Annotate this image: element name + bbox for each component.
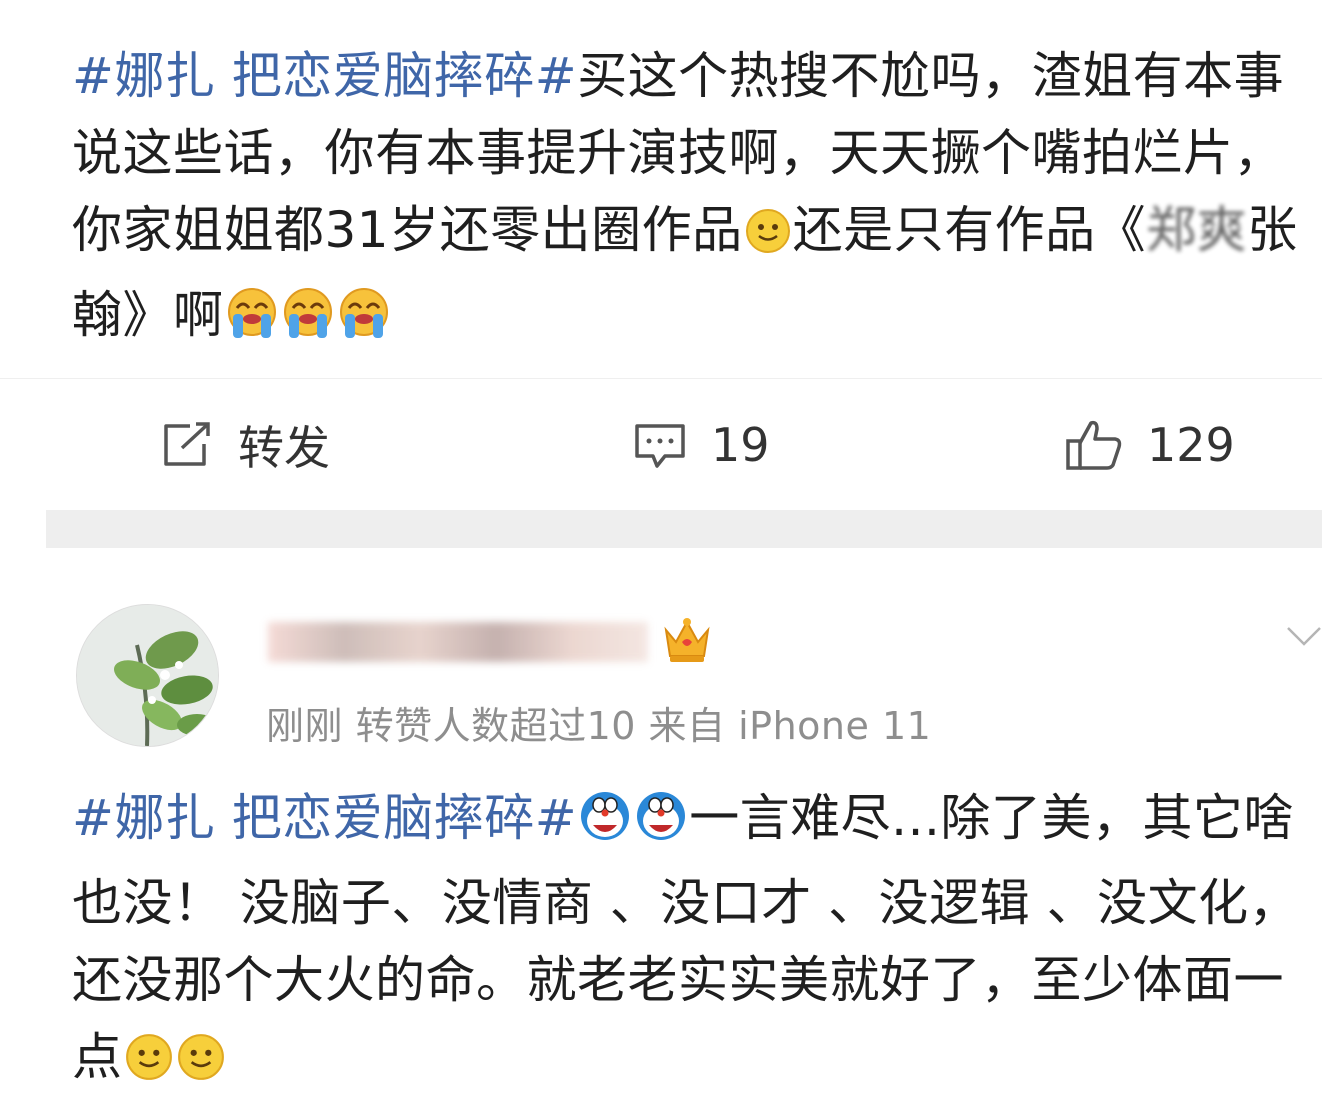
avatar[interactable] <box>76 604 219 747</box>
avatar-image <box>77 605 218 746</box>
post-2-text: #娜扎 把恋爱脑摔碎# 一言难尽...除了美，其它啥也没！ 没脑子、没情商 、没… <box>72 780 1317 1104</box>
post-separator <box>46 510 1322 548</box>
crying-emoji-icon <box>225 285 279 362</box>
hashtag-link[interactable]: #娜扎 把恋爱脑摔碎# <box>72 789 577 847</box>
comment-count: 19 <box>711 418 770 472</box>
crying-emoji-icon <box>337 285 391 362</box>
username-obscured[interactable] <box>268 622 648 662</box>
smile-emoji-icon <box>744 200 792 277</box>
action-bar: 转发 19 129 <box>0 378 1322 511</box>
obscured-name: 郑爽 <box>1146 201 1248 259</box>
thumbs-up-icon <box>1066 420 1122 470</box>
post-1-text-part2: 还是只有作品《 <box>792 201 1147 259</box>
repost-button[interactable]: 转发 <box>160 417 330 475</box>
crying-emoji-icon <box>281 285 335 362</box>
smile-emoji-icon <box>176 1027 226 1104</box>
smile-emoji-icon <box>124 1027 174 1104</box>
like-count: 129 <box>1147 418 1235 472</box>
comment-icon <box>635 424 685 468</box>
vip-crown-icon <box>660 612 714 670</box>
repost-label: 转发 <box>238 421 330 475</box>
doraemon-emoji-icon <box>578 788 632 865</box>
hashtag-link[interactable]: #娜扎 把恋爱脑摔碎# <box>72 47 577 105</box>
doraemon-emoji-icon <box>634 788 688 865</box>
comment-button[interactable]: 19 <box>633 417 770 473</box>
chevron-down-icon[interactable] <box>1286 626 1322 652</box>
post-1-text: #娜扎 把恋爱脑摔碎#买这个热搜不尬吗，渣姐有本事说这些话，你有本事提升演技啊，… <box>72 38 1317 362</box>
like-button[interactable]: 129 <box>1065 417 1235 473</box>
post-meta: 刚刚 转赞人数超过10 来自 iPhone 11 <box>266 704 932 748</box>
repost-icon <box>164 422 210 466</box>
